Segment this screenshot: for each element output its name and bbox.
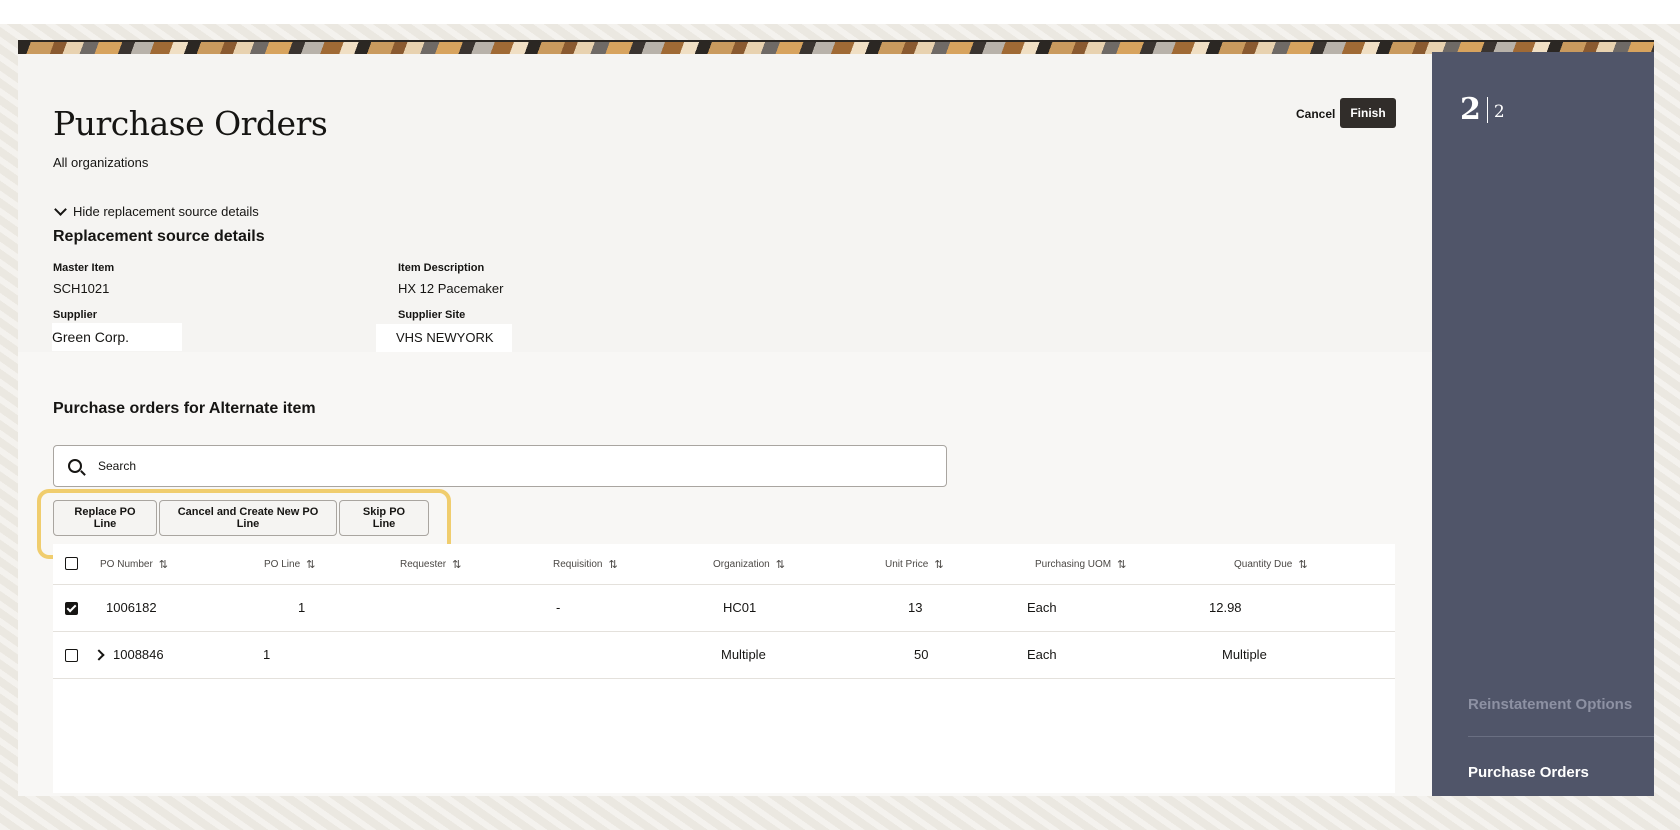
search-icon: [68, 459, 82, 473]
sort-icon: ⇅: [306, 559, 315, 571]
train-sidebar: 2 2 Reinstatement Options Purchase Order…: [1432, 52, 1654, 796]
sort-icon: ⇅: [608, 559, 617, 571]
sort-icon: ⇅: [934, 559, 943, 571]
finish-button[interactable]: Finish: [1340, 98, 1396, 128]
table-empty-area: [53, 678, 1395, 793]
sort-icon: ⇅: [158, 559, 168, 571]
table-row[interactable]: 1008846 1 Multiple 50 Each Multiple: [53, 631, 1395, 678]
step-reinstatement-options[interactable]: Reinstatement Options: [1468, 696, 1632, 713]
main-panel: Purchase Orders All organizations Cancel…: [18, 52, 1432, 796]
sort-icon: ⇅: [775, 559, 785, 571]
cancel-create-po-line-button[interactable]: Cancel and Create New PO Line: [159, 500, 337, 536]
hide-details-label: Hide replacement source details: [73, 204, 259, 219]
row-checkbox[interactable]: [65, 602, 78, 615]
col-quantity-due[interactable]: Quantity Due ⇅: [1234, 558, 1308, 571]
organization-cell: Multiple: [721, 647, 766, 662]
supplier-site-label: Supplier Site: [398, 309, 466, 321]
sort-icon: ⇅: [1117, 559, 1126, 571]
step-counter: 2 2: [1460, 92, 1505, 127]
organization-cell: HC01: [723, 600, 757, 615]
search-input[interactable]: [96, 458, 880, 474]
uom-cell: Each: [1027, 647, 1057, 662]
hide-details-toggle[interactable]: Hide replacement source details: [53, 203, 259, 219]
search-field[interactable]: [53, 445, 947, 487]
chevron-down-icon: [54, 203, 67, 216]
sort-icon: ⇅: [1298, 559, 1307, 571]
step-divider: [1486, 96, 1488, 123]
supplier-value: Green Corp.: [52, 323, 182, 351]
col-po-number[interactable]: PO Number ⇅: [100, 558, 168, 571]
po-line-cell: 1: [263, 647, 271, 662]
app-window: Purchase Orders All organizations Cancel…: [18, 40, 1654, 796]
supplier-label: Supplier: [53, 309, 98, 321]
po-line-cell: 1: [298, 600, 306, 615]
supplier-site-value: VHS NEWYORK: [376, 324, 512, 352]
step-total: 2: [1493, 101, 1505, 122]
row-checkbox[interactable]: [65, 649, 78, 662]
po-number-cell[interactable]: 1006182: [106, 600, 157, 615]
quantity-due-cell: 12.98: [1209, 600, 1242, 615]
quantity-due-cell: Multiple: [1222, 647, 1267, 662]
sort-icon: ⇅: [452, 559, 461, 571]
po-number-cell[interactable]: 1008846: [113, 647, 164, 662]
unit-price-cell: 50: [914, 647, 929, 662]
col-purchasing-uom[interactable]: Purchasing UOM ⇅: [1035, 558, 1126, 571]
po-section-title: Purchase orders for Alternate item: [53, 400, 316, 417]
master-item-label: Master Item: [53, 262, 115, 274]
step-purchase-orders[interactable]: Purchase Orders: [1468, 764, 1589, 781]
step-current: 2: [1460, 92, 1481, 127]
item-description-label: Item Description: [398, 262, 485, 274]
item-description-value: HX 12 Pacemaker: [398, 281, 504, 296]
unit-price-cell: 13: [908, 600, 923, 615]
page-title: Purchase Orders: [53, 104, 328, 143]
select-all-checkbox[interactable]: [65, 557, 78, 570]
cancel-button[interactable]: Cancel: [1290, 99, 1341, 129]
uom-cell: Each: [1027, 600, 1057, 615]
skip-po-line-button[interactable]: Skip PO Line: [339, 500, 429, 536]
chevron-right-icon[interactable]: [93, 649, 105, 661]
table-row[interactable]: 1006182 1 - HC01 13 Each 12.98: [53, 584, 1395, 631]
replace-po-line-button[interactable]: Replace PO Line: [53, 500, 157, 536]
table-header: PO Number ⇅ PO Line ⇅ Requester ⇅ Requisiti…: [53, 544, 1395, 584]
col-unit-price[interactable]: Unit Price ⇅: [885, 558, 944, 571]
top-strip: [0, 0, 1680, 24]
col-requisition[interactable]: Requisition ⇅: [553, 558, 618, 571]
step-separator: [1468, 736, 1654, 737]
page-subtitle: All organizations: [53, 155, 149, 170]
requisition-cell: -: [556, 600, 561, 615]
po-table: PO Number ⇅ PO Line ⇅ Requester ⇅ Requisiti…: [53, 544, 1395, 793]
replacement-details-title: Replacement source details: [53, 228, 265, 245]
col-organization[interactable]: Organization ⇅: [713, 558, 785, 571]
col-requester[interactable]: Requester ⇅: [400, 558, 461, 571]
col-po-line[interactable]: PO Line ⇅: [264, 558, 315, 571]
master-item-value: SCH1021: [53, 281, 110, 296]
